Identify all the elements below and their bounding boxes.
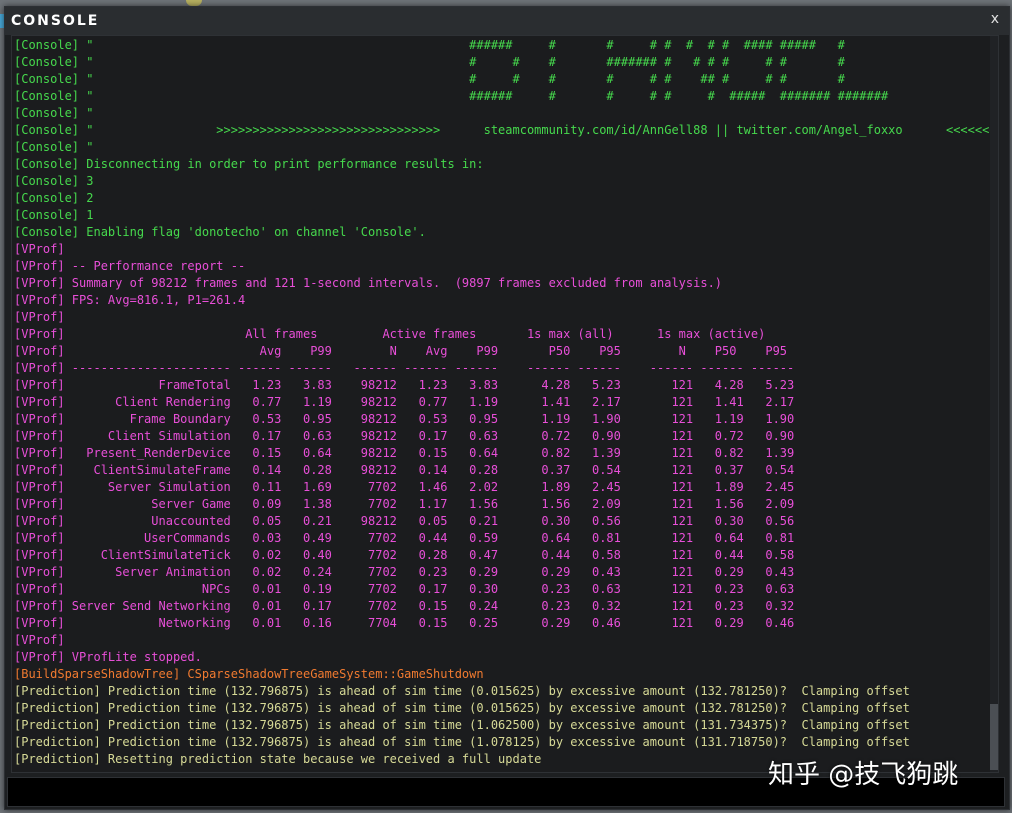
console-line: [VProf] VProfLite stopped. (14, 650, 202, 664)
console-line: [VProf] FPS: Avg=816.1, P1=261.4 (14, 293, 246, 307)
title-bar[interactable]: CONSOLE x (5, 7, 1009, 35)
console-line: [VProf] NPCs 0.01 0.19 7702 0.17 0.30 0.… (14, 582, 795, 596)
console-lines: [Console] " ###### # # # # # # # #### ##… (14, 37, 998, 768)
console-line: [VProf] Server Animation 0.02 0.24 7702 … (14, 565, 795, 579)
console-line: [VProf] Summary of 98212 frames and 121 … (14, 276, 723, 290)
console-line: [VProf] -- Performance report -- (14, 259, 246, 273)
console-line: [VProf] FrameTotal 1.23 3.83 98212 1.23 … (14, 378, 795, 392)
console-line: [Console] " ###### # # # # # # # #### ##… (14, 38, 845, 52)
console-line: [VProf] (14, 310, 65, 324)
console-line: [VProf] Server Game 0.09 1.38 7702 1.17 … (14, 497, 795, 511)
console-line: [Console] Enabling flag 'donotecho' on c… (14, 225, 426, 239)
console-line: [VProf] Avg P99 N Avg P99 P50 P95 N P50 … (14, 344, 788, 358)
scrollbar-thumb[interactable] (990, 704, 998, 770)
console-line: [VProf] Server Simulation 0.11 1.69 7702… (14, 480, 795, 494)
watermark: 知乎 @技飞狗跳 (768, 760, 959, 790)
console-line: [Console] " (14, 140, 94, 154)
console-line: [Console] " # # # ####### # # # # # # # (14, 55, 845, 69)
console-line: [VProf] UserCommands 0.03 0.49 7702 0.44… (14, 531, 795, 545)
console-line: [Console] " ###### # # # # # ##### #####… (14, 89, 889, 103)
console-line: [VProf] ClientSimulateFrame 0.14 0.28 98… (14, 463, 795, 477)
console-line: [VProf] Present_RenderDevice 0.15 0.64 9… (14, 446, 795, 460)
console-line: [Prediction] Prediction time (132.796875… (14, 718, 910, 732)
console-line: [VProf] Client Rendering 0.77 1.19 98212… (14, 395, 795, 409)
console-line: [Prediction] Prediction time (132.796875… (14, 701, 910, 715)
console-line: [Console] " (14, 106, 94, 120)
console-line: [Console] " >>>>>>>>>>>>>>>>>>>>>>>>>>>>… (14, 123, 998, 137)
console-line: [Console] 2 (14, 191, 94, 205)
console-line: [Console] 3 (14, 174, 94, 188)
console-line: [Console] 1 (14, 208, 94, 222)
console-line: [Console] " # # # # # # ## # # # # (14, 72, 845, 86)
console-output[interactable]: [Console] " ###### # # # # # # # #### ##… (11, 35, 999, 773)
close-button[interactable]: x (991, 11, 999, 27)
console-line: [VProf] ClientSimulateTick 0.02 0.40 770… (14, 548, 795, 562)
window-title: CONSOLE (11, 13, 100, 29)
console-line: [Console] Disconnecting in order to prin… (14, 157, 484, 171)
console-line: [Prediction] Prediction time (132.796875… (14, 735, 910, 749)
console-line: [VProf] Server Send Networking 0.01 0.17… (14, 599, 795, 613)
console-line: [VProf] (14, 633, 65, 647)
console-line: [BuildSparseShadowTree] CSparseShadowTre… (14, 667, 484, 681)
console-line: [VProf] Unaccounted 0.05 0.21 98212 0.05… (14, 514, 795, 528)
console-line: [VProf] ---------------------- ------ --… (14, 361, 795, 375)
console-line: [VProf] Client Simulation 0.17 0.63 9821… (14, 429, 795, 443)
console-line: [VProf] Frame Boundary 0.53 0.95 98212 0… (14, 412, 795, 426)
console-line: [Prediction] Prediction time (132.796875… (14, 684, 910, 698)
console-window: CONSOLE x [Console] " ###### # # # # # #… (4, 6, 1010, 810)
scrollbar-track[interactable] (990, 36, 998, 772)
console-line: [VProf] (14, 242, 65, 256)
console-line: [VProf] Networking 0.01 0.16 7704 0.15 0… (14, 616, 795, 630)
console-line: [VProf] All frames Active frames 1s max … (14, 327, 766, 341)
